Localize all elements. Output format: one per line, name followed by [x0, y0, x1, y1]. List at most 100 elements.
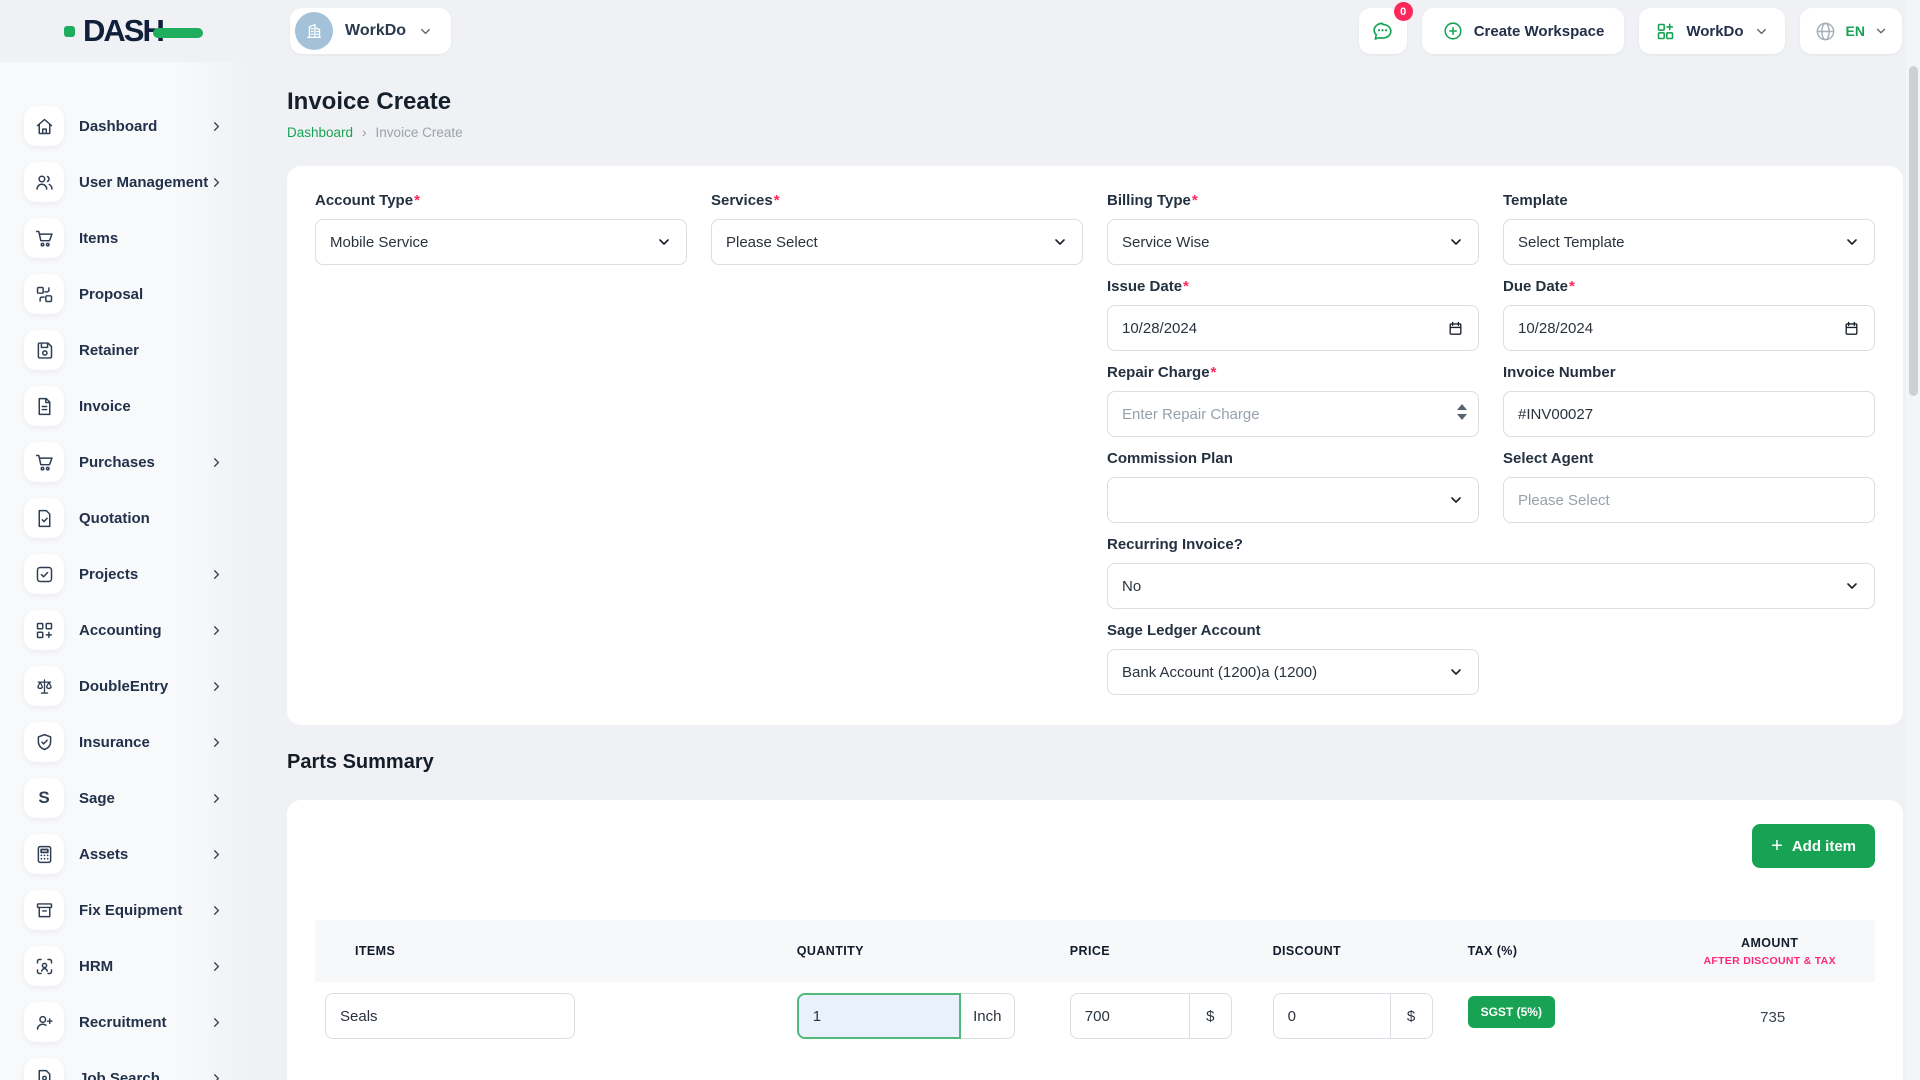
cart-icon — [34, 452, 55, 473]
swap-grid-icon — [34, 284, 55, 305]
sidebar-item-items[interactable]: Items — [0, 210, 252, 266]
chevron-down-icon — [1874, 24, 1888, 38]
chevron-down-icon — [1448, 234, 1464, 250]
chevron-right-icon — [209, 455, 224, 470]
select-agent-input[interactable] — [1503, 477, 1875, 523]
sidebar-item-fix-equipment[interactable]: Fix Equipment — [0, 882, 252, 938]
letter-s-icon: S — [38, 788, 49, 808]
sidebar-item-proposal[interactable]: Proposal — [0, 266, 252, 322]
create-workspace-button[interactable]: Create Workspace — [1422, 8, 1625, 54]
required-asterisk: * — [414, 192, 420, 209]
issue-date-input[interactable]: 10/28/2024 — [1107, 305, 1479, 351]
sidebar-item-insurance[interactable]: Insurance — [0, 714, 252, 770]
commission-plan-select[interactable] — [1107, 477, 1479, 523]
messages-count-badge: 0 — [1394, 2, 1413, 21]
chevron-down-icon — [418, 24, 433, 39]
sidebar: Dashboard User Management Items Proposal… — [0, 62, 252, 1080]
col-header-discount: DISCOUNT — [1267, 944, 1462, 958]
price-input[interactable] — [1070, 993, 1190, 1039]
chevron-right-icon — [209, 903, 224, 918]
field-template: Template Select Template — [1503, 192, 1875, 265]
chevron-right-icon — [209, 791, 224, 806]
save-icon — [34, 340, 55, 361]
col-header-price: PRICE — [1064, 944, 1267, 958]
sidebar-item-dashboard[interactable]: Dashboard — [0, 98, 252, 154]
breadcrumb-dashboard-link[interactable]: Dashboard — [287, 125, 353, 140]
sidebar-item-doubleentry[interactable]: DoubleEntry — [0, 658, 252, 714]
field-sage-ledger-account: Sage Ledger Account Bank Account (1200)a… — [1107, 622, 1479, 695]
chevron-right-icon — [209, 567, 224, 582]
required-asterisk: * — [1569, 278, 1575, 295]
scrollbar-thumb[interactable] — [1909, 66, 1918, 396]
sidebar-item-accounting[interactable]: Accounting — [0, 602, 252, 658]
sidebar-item-invoice[interactable]: Invoice — [0, 378, 252, 434]
tax-badge[interactable]: SGST (5%) — [1468, 996, 1555, 1028]
sidebar-item-recruitment[interactable]: Recruitment — [0, 994, 252, 1050]
recurring-invoice-select[interactable]: No — [1107, 563, 1875, 609]
field-due-date: Due Date* 10/28/2024 — [1503, 278, 1875, 351]
sidebar-item-retainer[interactable]: Retainer — [0, 322, 252, 378]
discount-input[interactable] — [1273, 993, 1391, 1039]
item-name-input[interactable] — [325, 993, 575, 1039]
chevron-right-icon — [209, 623, 224, 638]
workspace-avatar — [295, 12, 333, 50]
file-person-icon — [34, 1068, 55, 1080]
field-services: Services* Please Select — [711, 192, 1083, 265]
messages-button[interactable]: 0 — [1359, 8, 1407, 54]
language-selector[interactable]: EN — [1800, 8, 1902, 54]
services-select[interactable]: Please Select — [711, 219, 1083, 265]
chevron-down-icon — [1448, 664, 1464, 680]
sidebar-item-hrm[interactable]: HRM — [0, 938, 252, 994]
building-icon — [303, 20, 325, 42]
col-header-amount: AMOUNT AFTER DISCOUNT & TAX — [1664, 936, 1875, 967]
chevron-down-icon — [1844, 578, 1860, 594]
field-billing-type: Billing Type* Service Wise — [1107, 192, 1479, 265]
sidebar-item-assets[interactable]: Assets — [0, 826, 252, 882]
sidebar-item-job-search[interactable]: Job Search — [0, 1050, 252, 1080]
due-date-input[interactable]: 10/28/2024 — [1503, 305, 1875, 351]
plus-icon: + — [1771, 836, 1783, 856]
grid-plus-icon — [34, 620, 55, 641]
chevron-right-icon — [209, 959, 224, 974]
sidebar-item-projects[interactable]: Projects — [0, 546, 252, 602]
cart-icon — [34, 228, 55, 249]
required-asterisk: * — [774, 192, 780, 209]
sidebar-item-sage[interactable]: S Sage — [0, 770, 252, 826]
row-amount-value: 735 — [1664, 993, 1875, 1026]
chevron-right-icon — [209, 175, 224, 190]
field-issue-date: Issue Date* 10/28/2024 — [1107, 278, 1479, 351]
required-asterisk: * — [1192, 192, 1198, 209]
field-invoice-number: Invoice Number — [1503, 364, 1875, 437]
workspace-selector[interactable]: WorkDo — [290, 8, 451, 54]
sidebar-item-user-management[interactable]: User Management — [0, 154, 252, 210]
sidebar-item-purchases[interactable]: Purchases — [0, 434, 252, 490]
shield-check-icon — [34, 732, 55, 753]
account-type-select[interactable]: Mobile Service — [315, 219, 687, 265]
template-select[interactable]: Select Template — [1503, 219, 1875, 265]
chat-bubble-icon — [1370, 19, 1395, 44]
parts-summary-card: + Add item ITEMS QUANTITY PRICE DISCOUNT… — [287, 800, 1903, 1080]
breadcrumb: Dashboard › Invoice Create — [287, 125, 1903, 140]
add-item-button[interactable]: + Add item — [1752, 824, 1875, 868]
required-asterisk: * — [1211, 364, 1217, 381]
billing-type-select[interactable]: Service Wise — [1107, 219, 1479, 265]
plus-circle-icon — [1442, 20, 1464, 42]
parts-table-row: Inch $ $ — [315, 993, 1875, 1039]
chevron-right-icon — [209, 119, 224, 134]
parts-table-header: ITEMS QUANTITY PRICE DISCOUNT TAX (%) AM… — [315, 920, 1875, 982]
repair-charge-input[interactable] — [1107, 391, 1479, 437]
logo-dot-icon — [64, 26, 75, 37]
page-title: Invoice Create — [287, 88, 1903, 116]
workdo-menu-button[interactable]: WorkDo — [1639, 8, 1784, 54]
col-header-tax: TAX (%) — [1462, 944, 1665, 958]
page-scrollbar[interactable] — [1906, 0, 1920, 1080]
invoice-create-page: DASH WorkDo 0 Create Workspace WorkDo — [0, 0, 1920, 1080]
quantity-input[interactable] — [797, 993, 961, 1039]
price-currency-label: $ — [1190, 993, 1232, 1039]
chevron-down-icon — [1754, 24, 1769, 39]
number-spinner[interactable] — [1457, 404, 1467, 420]
calculator-icon — [34, 844, 55, 865]
sidebar-item-quotation[interactable]: Quotation — [0, 490, 252, 546]
invoice-number-input[interactable] — [1503, 391, 1875, 437]
sage-ledger-select[interactable]: Bank Account (1200)a (1200) — [1107, 649, 1479, 695]
